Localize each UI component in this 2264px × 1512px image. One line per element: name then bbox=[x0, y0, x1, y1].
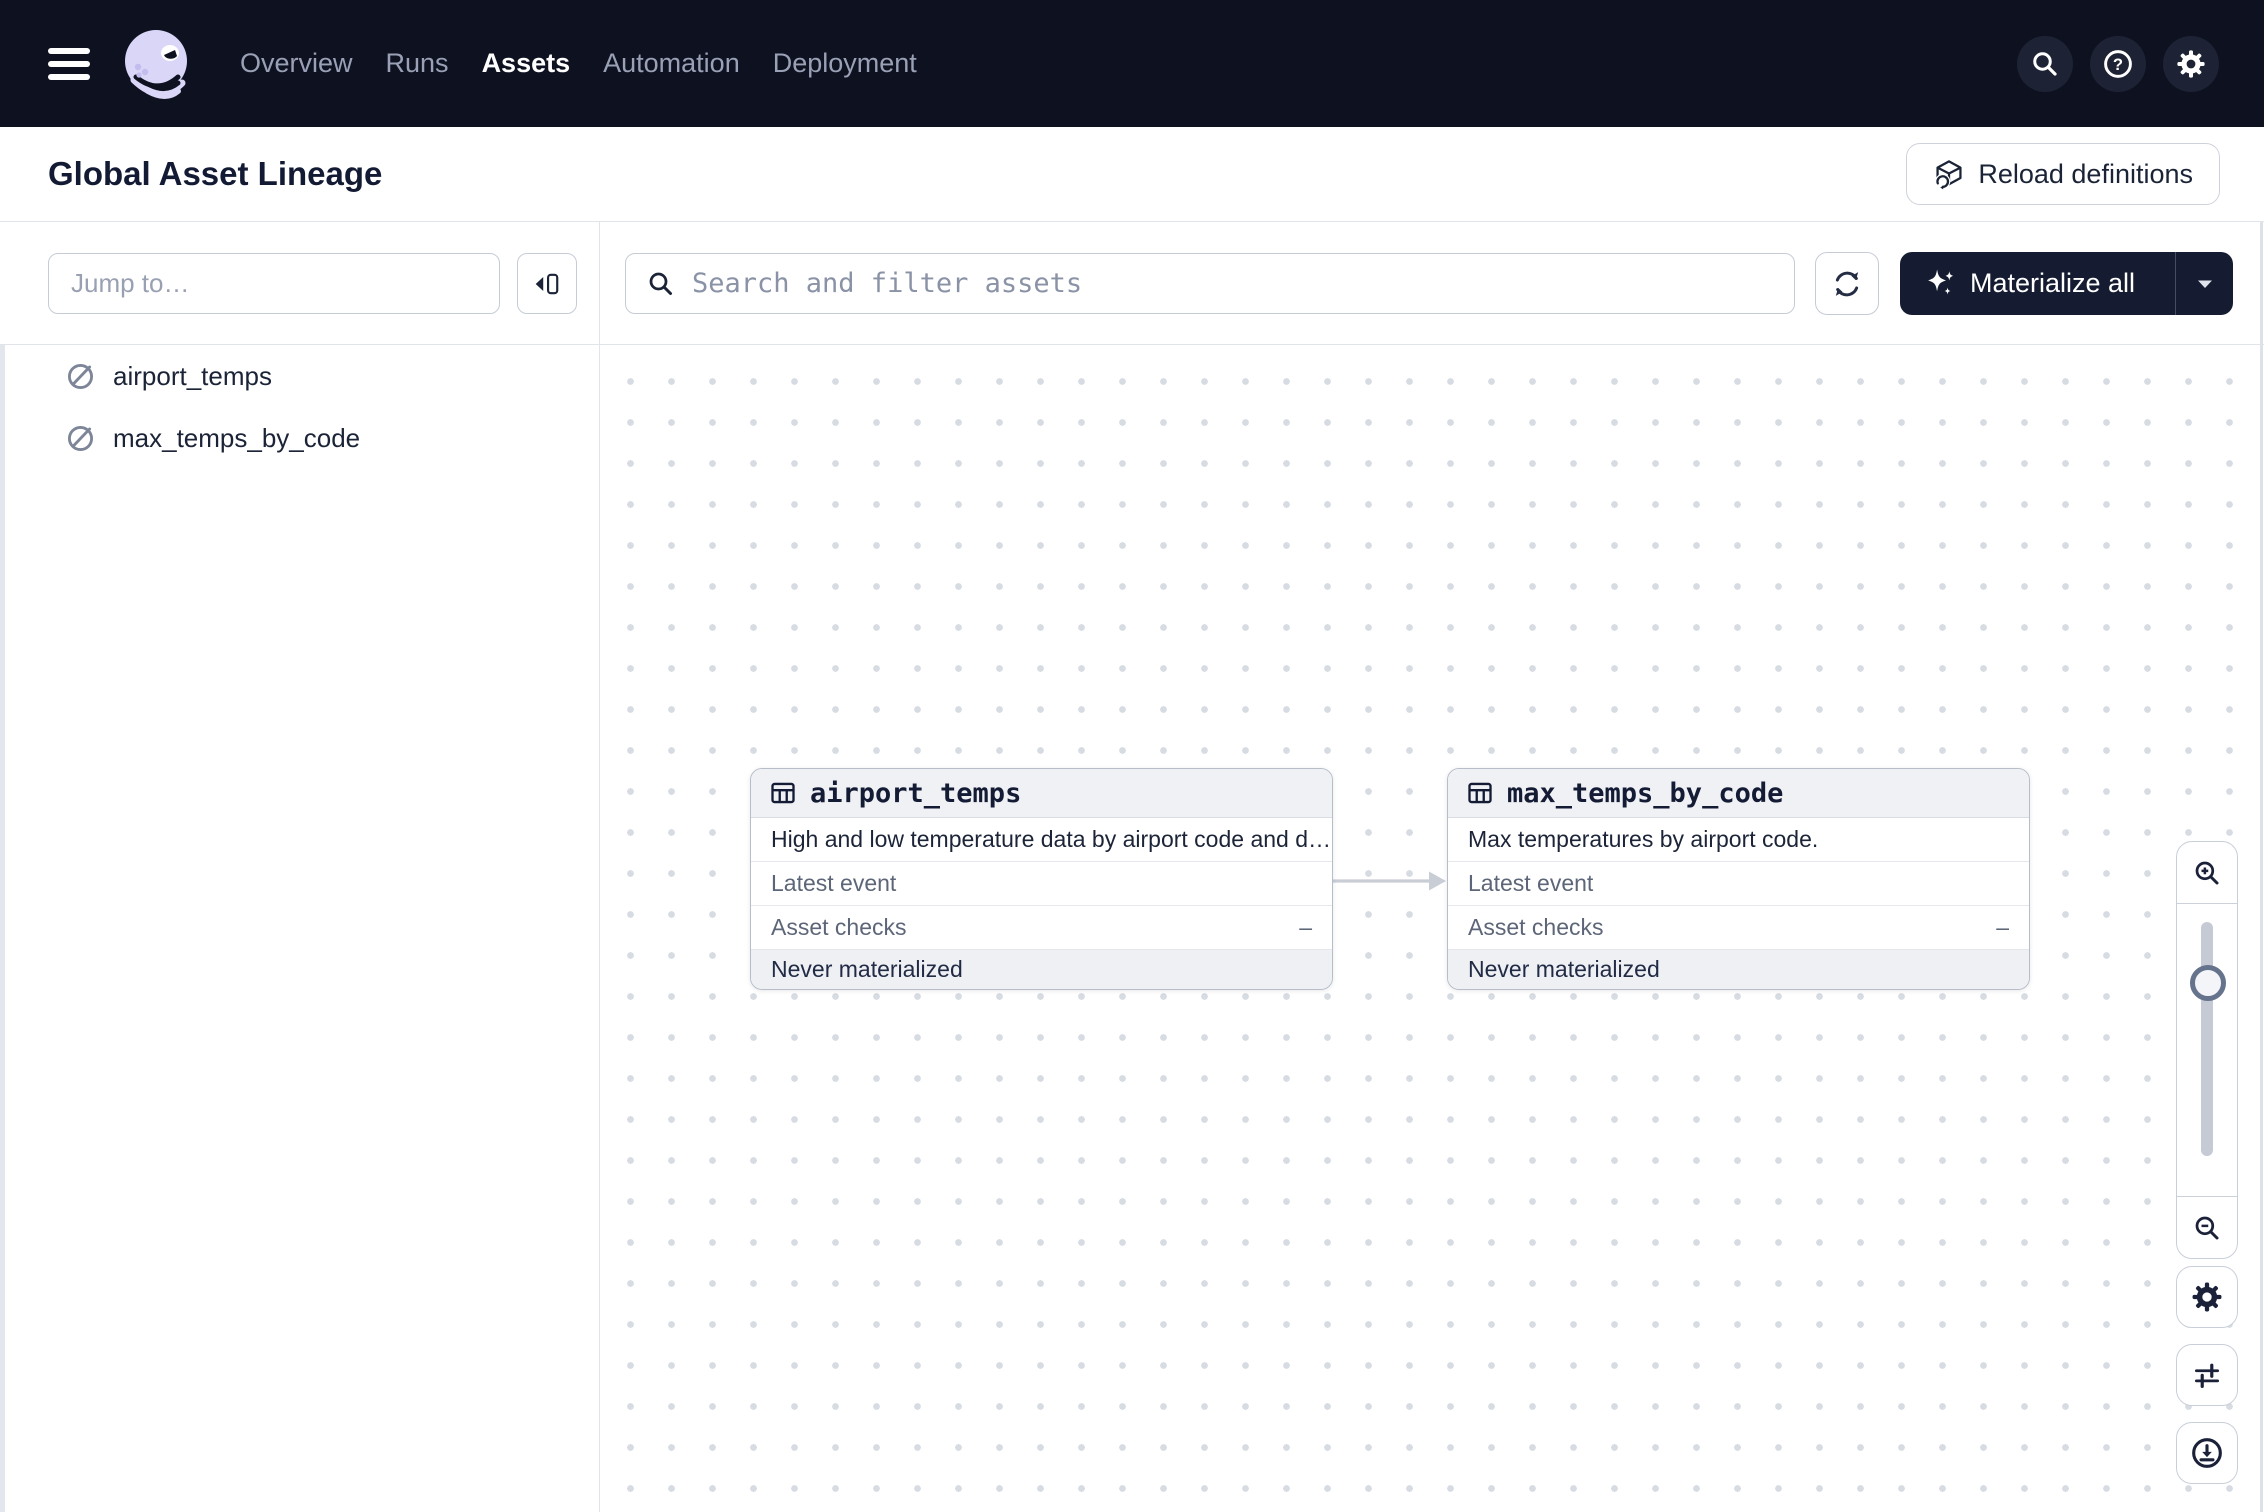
asset-node-max-temps-by-code[interactable]: max_temps_by_code Max temperatures by ai… bbox=[1447, 768, 2030, 990]
jump-to-input[interactable] bbox=[48, 253, 500, 314]
sidebar-scrollbar[interactable] bbox=[0, 345, 5, 1512]
nav-item-automation[interactable]: Automation bbox=[603, 48, 740, 79]
reload-definitions-button[interactable]: Reload definitions bbox=[1906, 143, 2220, 205]
lineage-edge bbox=[1333, 860, 1449, 902]
filters-icon bbox=[2190, 1358, 2224, 1392]
asset-list-item-airport-temps[interactable]: airport_temps bbox=[0, 345, 599, 407]
asset-list-item-label: max_temps_by_code bbox=[113, 423, 360, 454]
asset-node-latest-event: Latest event bbox=[1448, 862, 2029, 906]
asset-checks-value: – bbox=[1996, 914, 2009, 941]
zoom-in-icon bbox=[2192, 858, 2222, 888]
nav-item-overview[interactable]: Overview bbox=[240, 48, 353, 79]
asset-search-input[interactable] bbox=[692, 268, 1774, 299]
svg-text:?: ? bbox=[2113, 54, 2123, 73]
settings-gear-icon bbox=[2175, 48, 2207, 80]
help-icon: ? bbox=[2102, 48, 2134, 80]
asset-checks-label: Asset checks bbox=[771, 914, 907, 941]
lineage-toolbar: Materialize all bbox=[600, 222, 2264, 345]
canvas-scrollbar[interactable] bbox=[2260, 222, 2263, 1512]
global-search-button[interactable] bbox=[2017, 36, 2073, 92]
table-icon bbox=[769, 779, 797, 807]
asset-node-checks-row: Asset checks – bbox=[751, 906, 1332, 950]
nav-item-runs[interactable]: Runs bbox=[386, 48, 449, 79]
materialize-all-split-button: Materialize all bbox=[1900, 252, 2233, 315]
asset-node-header: max_temps_by_code bbox=[1448, 769, 2029, 818]
user-settings-button[interactable] bbox=[2163, 36, 2219, 92]
page-title: Global Asset Lineage bbox=[48, 155, 382, 193]
help-button[interactable]: ? bbox=[2090, 36, 2146, 92]
asset-node-description: Max temperatures by airport code. bbox=[1448, 818, 2029, 862]
primary-nav-links: Overview Runs Assets Automation Deployme… bbox=[240, 48, 917, 79]
dagster-global-asset-lineage-page: { "nav": { "items": [ { "label": "Overvi… bbox=[0, 0, 2264, 1512]
zoom-out-button[interactable] bbox=[2177, 1196, 2237, 1258]
search-icon bbox=[2030, 49, 2060, 79]
refresh-icon bbox=[1830, 267, 1864, 301]
asset-node-status: Never materialized bbox=[751, 950, 1332, 989]
asset-checks-value: – bbox=[1299, 914, 1312, 941]
search-icon bbox=[646, 269, 676, 299]
nav-item-deployment[interactable]: Deployment bbox=[773, 48, 917, 79]
materialize-all-label: Materialize all bbox=[1970, 268, 2135, 299]
asset-list: airport_temps max_temps_by_code bbox=[0, 345, 599, 469]
asset-node-checks-row: Asset checks – bbox=[1448, 906, 2029, 950]
table-icon bbox=[1466, 779, 1494, 807]
download-image-button[interactable] bbox=[2176, 1422, 2238, 1484]
menu-icon[interactable] bbox=[48, 48, 90, 80]
settings-gear-icon bbox=[2190, 1280, 2224, 1314]
materialize-options-button[interactable] bbox=[2176, 279, 2233, 289]
refresh-button[interactable] bbox=[1815, 252, 1879, 315]
asset-list-item-label: airport_temps bbox=[113, 361, 272, 392]
never-materialized-icon bbox=[65, 361, 96, 392]
materialize-all-button[interactable]: Materialize all bbox=[1900, 268, 2175, 300]
never-materialized-icon bbox=[65, 423, 96, 454]
asset-node-status: Never materialized bbox=[1448, 950, 2029, 989]
collapse-panel-button[interactable] bbox=[517, 253, 577, 314]
asset-list-item-max-temps-by-code[interactable]: max_temps_by_code bbox=[0, 407, 599, 469]
asset-node-airport-temps[interactable]: airport_temps High and low temperature d… bbox=[750, 768, 1333, 990]
asset-search-box bbox=[625, 253, 1795, 314]
page-header: Global Asset Lineage Reload definitions bbox=[0, 127, 2264, 222]
asset-node-title: max_temps_by_code bbox=[1507, 778, 1783, 809]
sparkles-icon bbox=[1924, 268, 1956, 300]
graph-filters-button[interactable] bbox=[2176, 1344, 2238, 1406]
zoom-slider-thumb[interactable] bbox=[2190, 965, 2226, 1001]
sidebar-toolbar bbox=[0, 222, 599, 345]
zoom-controls bbox=[2176, 841, 2238, 1259]
lineage-canvas[interactable]: airport_temps High and low temperature d… bbox=[600, 345, 2264, 1512]
asset-node-description: High and low temperature data by airport… bbox=[751, 818, 1332, 862]
asset-node-header: airport_temps bbox=[751, 769, 1332, 818]
download-icon bbox=[2190, 1436, 2224, 1470]
asset-node-latest-event: Latest event bbox=[751, 862, 1332, 906]
asset-sidebar: airport_temps max_temps_by_code bbox=[0, 222, 600, 1512]
asset-checks-label: Asset checks bbox=[1468, 914, 1604, 941]
zoom-slider-track[interactable] bbox=[2201, 922, 2213, 1156]
asset-node-title: airport_temps bbox=[810, 778, 1021, 809]
zoom-out-icon bbox=[2192, 1213, 2222, 1243]
reload-definitions-icon bbox=[1933, 158, 1965, 190]
reload-definitions-label: Reload definitions bbox=[1978, 159, 2193, 190]
top-navigation-bar: Overview Runs Assets Automation Deployme… bbox=[0, 0, 2264, 127]
nav-item-assets[interactable]: Assets bbox=[482, 48, 571, 79]
collapse-panel-icon bbox=[533, 270, 561, 298]
graph-settings-button[interactable] bbox=[2176, 1266, 2238, 1328]
zoom-in-button[interactable] bbox=[2177, 842, 2237, 904]
caret-down-icon bbox=[2197, 279, 2213, 289]
dagster-logo[interactable] bbox=[114, 21, 200, 107]
